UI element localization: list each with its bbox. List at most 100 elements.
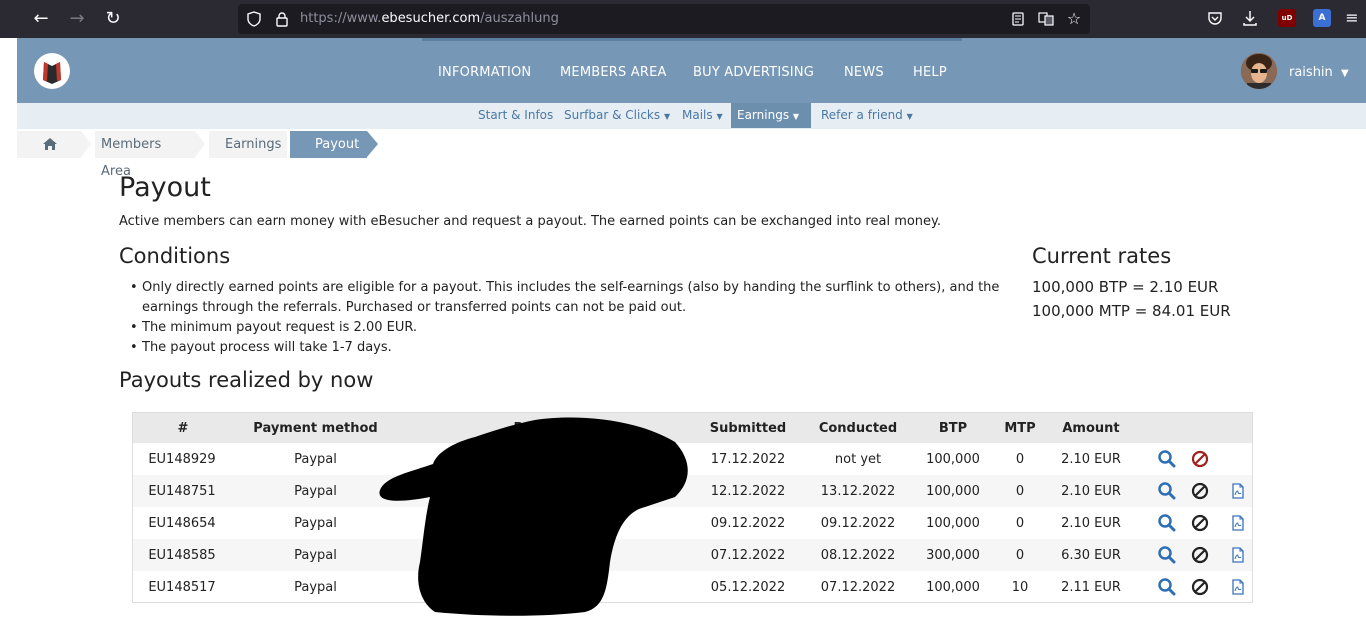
main-nav: INFORMATION MEMBERS AREA BUY ADVERTISING… [17, 65, 1366, 81]
condition-item: Only directly earned points are eligible… [130, 278, 1010, 318]
cell-conducted: 13.12.2022 [820, 484, 896, 499]
user-menu[interactable]: raishin ▼ [1289, 65, 1349, 80]
breadcrumb-home[interactable] [17, 131, 81, 158]
pdf-icon[interactable] [1228, 577, 1248, 597]
cell-conducted: 08.12.2022 [820, 548, 896, 563]
ublock-extension-icon[interactable]: uD [1278, 9, 1296, 27]
cell-mtp: 0 [1015, 516, 1025, 531]
cell-id: EU148929 [148, 452, 216, 467]
payouts-heading: Payouts realized by now [119, 368, 374, 392]
sub-nav: Start & Infos Surfbar & Clicks ▼ Mails ▼… [17, 103, 1366, 129]
cell-conducted: 09.12.2022 [820, 516, 896, 531]
cell-submitted: 09.12.2022 [710, 516, 786, 531]
nav-help[interactable]: HELP [913, 65, 947, 80]
menu-icon[interactable]: ≡ [1343, 9, 1361, 27]
pocket-icon[interactable] [1206, 9, 1224, 27]
reload-icon[interactable]: ↻ [101, 7, 125, 31]
cell-submitted: 07.12.2022 [710, 548, 786, 563]
rate-mtp: 100,000 MTP = 84.01 EUR [1032, 302, 1231, 320]
cell-mtp: 0 [1015, 484, 1025, 499]
cell-payment-method: Paypal [294, 484, 337, 499]
cell-id: EU148585 [148, 548, 216, 563]
pdf-icon[interactable] [1228, 545, 1248, 565]
home-icon [43, 138, 57, 150]
condition-item: The minimum payout request is 2.00 EUR. [130, 318, 1010, 338]
conditions-heading: Conditions [119, 244, 231, 268]
subnav-mails[interactable]: Mails ▼ [676, 103, 729, 128]
subnav-start-infos[interactable]: Start & Infos [472, 103, 559, 128]
cancel-icon [1190, 545, 1210, 565]
browser-toolbar: ← → ↻ https://www.ebesucher.com/auszahlu… [0, 0, 1366, 38]
search-icon[interactable] [1157, 577, 1177, 597]
search-icon[interactable] [1157, 449, 1177, 469]
subnav-earnings[interactable]: Earnings ▼ [731, 103, 811, 128]
subnav-label: Earnings [737, 108, 790, 122]
pdf-icon[interactable] [1228, 513, 1248, 533]
pdf-icon[interactable] [1228, 481, 1248, 501]
col-header-mtp: MTP [1004, 421, 1036, 436]
cancel-icon [1190, 481, 1210, 501]
subnav-refer-friend[interactable]: Refer a friend ▼ [815, 103, 919, 128]
cell-payment-method: Paypal [294, 580, 337, 595]
redaction-scribble [379, 417, 688, 616]
page-title: Payout [119, 172, 211, 203]
cell-id: EU148654 [148, 516, 216, 531]
breadcrumb-separator [81, 131, 91, 157]
intro-text: Active members can earn money with eBesu… [119, 214, 942, 229]
url-host: ebesucher.com [381, 11, 481, 26]
cell-amount: 6.30 EUR [1061, 548, 1121, 563]
nav-buy-advertising[interactable]: BUY ADVERTISING [693, 65, 814, 80]
cell-amount: 2.10 EUR [1061, 516, 1121, 531]
translate-icon[interactable] [1038, 11, 1054, 27]
reader-view-icon[interactable] [1010, 11, 1026, 27]
url-text[interactable]: https://www.ebesucher.com/auszahlung [300, 11, 559, 26]
cell-conducted: 07.12.2022 [820, 580, 896, 595]
cell-submitted: 12.12.2022 [710, 484, 786, 499]
forward-icon[interactable]: → [65, 7, 89, 31]
caret-down-icon: ▼ [1340, 68, 1349, 79]
col-header-amount: Amount [1062, 421, 1120, 436]
cell-btp: 100,000 [926, 452, 980, 467]
translator-extension-icon[interactable]: A [1313, 9, 1331, 27]
caret-down-icon: ▼ [716, 112, 723, 121]
username-label: raishin [1289, 65, 1333, 80]
col-header-conducted: Conducted [818, 421, 898, 436]
breadcrumb-separator [367, 131, 378, 157]
cell-btp: 100,000 [926, 484, 980, 499]
back-icon[interactable]: ← [29, 7, 53, 31]
cell-submitted: 05.12.2022 [710, 580, 786, 595]
breadcrumb-payout: Payout [315, 137, 360, 152]
col-header-id: # [177, 421, 189, 436]
nav-members-area[interactable]: MEMBERS AREA [560, 65, 667, 80]
nav-information[interactable]: INFORMATION [438, 65, 531, 80]
cell-mtp: 0 [1015, 548, 1025, 563]
cell-payment-method: Paypal [294, 516, 337, 531]
search-icon[interactable] [1157, 481, 1177, 501]
search-icon[interactable] [1157, 513, 1177, 533]
shield-icon[interactable] [246, 11, 262, 27]
download-icon[interactable] [1241, 9, 1259, 27]
subnav-surfbar-clicks[interactable]: Surfbar & Clicks ▼ [558, 103, 676, 128]
cell-id: EU148751 [148, 484, 216, 499]
cell-btp: 100,000 [926, 580, 980, 595]
cancel-icon [1190, 577, 1210, 597]
cancel-icon[interactable] [1190, 449, 1210, 469]
caret-down-icon: ▼ [663, 112, 671, 121]
breadcrumb-earnings[interactable]: Earnings [225, 131, 281, 158]
cell-id: EU148517 [148, 580, 216, 595]
avatar[interactable] [1241, 53, 1277, 89]
cell-payment-method: Paypal [294, 548, 337, 563]
subnav-label: Start & Infos [478, 108, 554, 122]
bookmark-star-icon[interactable]: ☆ [1066, 11, 1082, 27]
cell-amount: 2.10 EUR [1061, 484, 1121, 499]
col-header-btp: BTP [938, 421, 968, 436]
cell-submitted: 17.12.2022 [710, 452, 786, 467]
nav-news[interactable]: NEWS [844, 65, 884, 80]
url-bar[interactable]: https://www.ebesucher.com/auszahlung ☆ [238, 4, 1090, 34]
breadcrumb-members-area[interactable]: Members Area [101, 131, 161, 179]
site-header: INFORMATION MEMBERS AREA BUY ADVERTISING… [17, 38, 1366, 103]
search-icon[interactable] [1157, 545, 1177, 565]
lock-icon[interactable] [274, 11, 290, 27]
cell-mtp: 0 [1015, 452, 1025, 467]
cell-btp: 100,000 [926, 516, 980, 531]
